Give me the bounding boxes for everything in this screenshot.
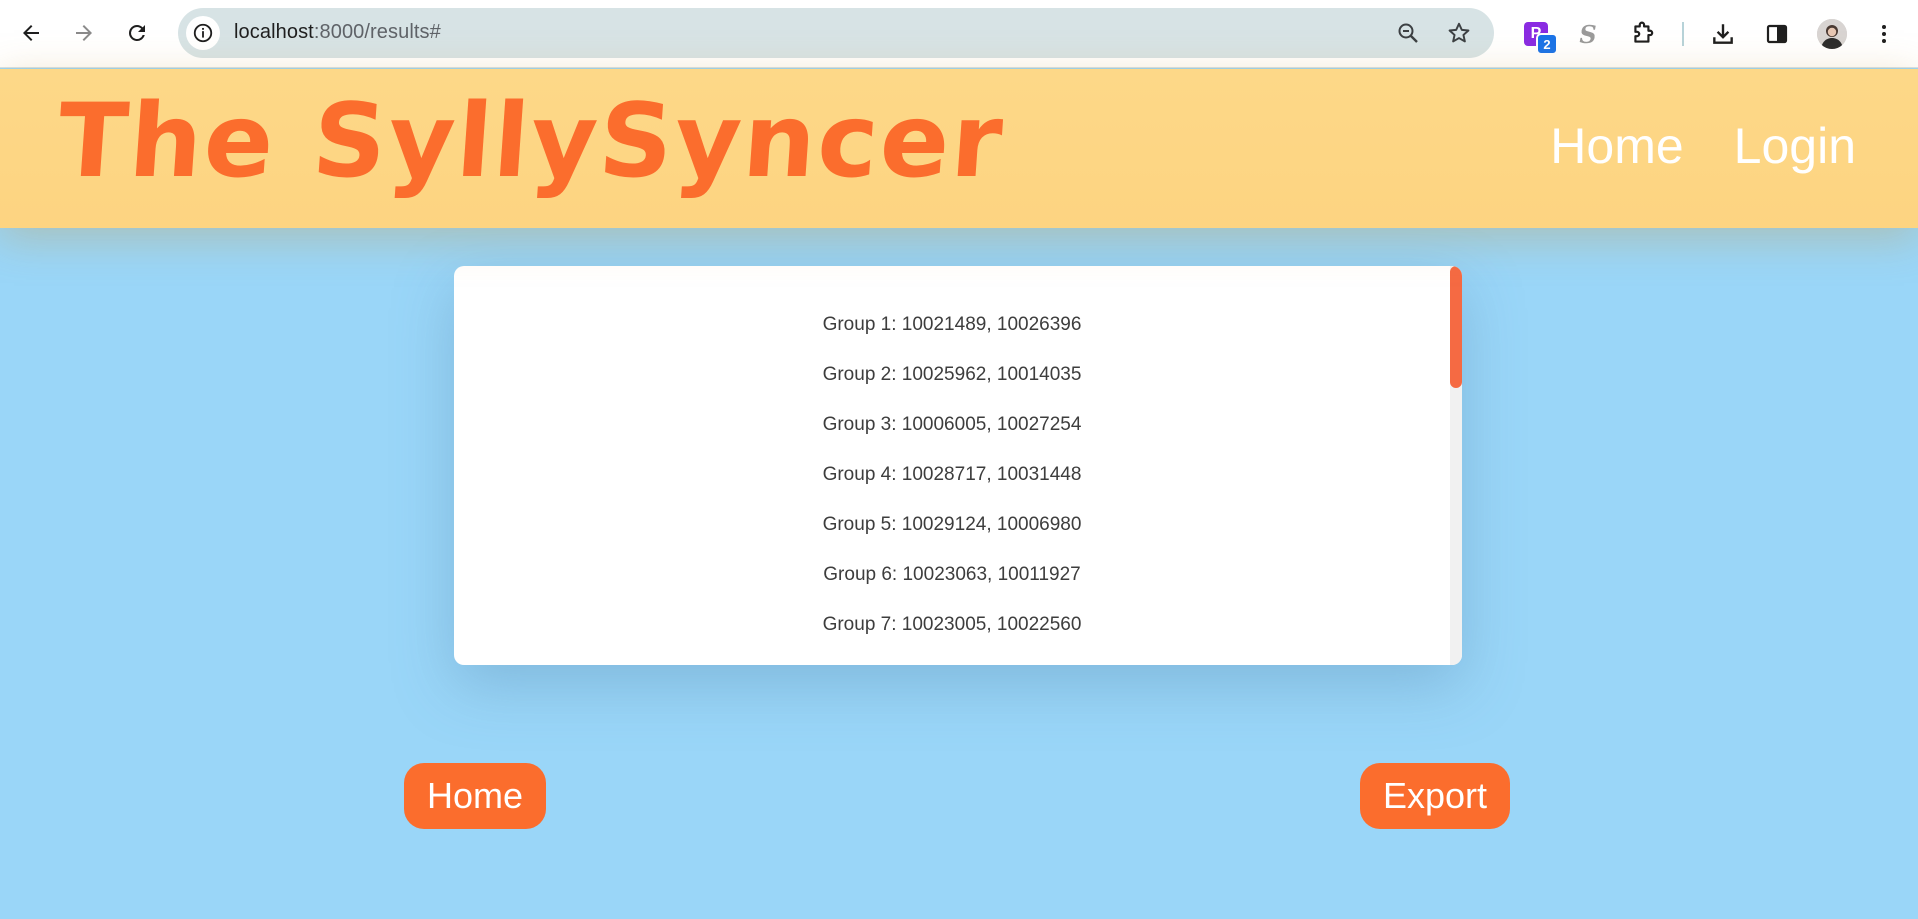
extension-s-icon: S — [1579, 19, 1597, 49]
forward-button[interactable] — [65, 14, 103, 52]
more-vertical-icon — [1882, 25, 1886, 43]
zoom-icon[interactable] — [1396, 21, 1420, 45]
site-brand-title: The SyllySyncer — [53, 82, 1008, 201]
group-item: Group 3: 10006005, 10027254 — [822, 414, 1082, 435]
toolbar-separator — [1682, 22, 1684, 46]
bookmark-star-icon[interactable] — [1446, 20, 1472, 46]
results-card[interactable]: Group 1: 10021489, 10026396 Group 2: 100… — [454, 266, 1462, 665]
group-item: Group 2: 10025962, 10014035 — [822, 364, 1082, 385]
url-text[interactable]: localhost:8000/results# — [234, 21, 441, 44]
group-item: Group 6: 10023063, 10011927 — [823, 564, 1081, 585]
profile-avatar[interactable] — [1817, 19, 1847, 49]
nav-login-link[interactable]: Login — [1734, 121, 1856, 171]
site-header: The SyllySyncer Home Login — [0, 69, 1918, 228]
extension-p-button[interactable]: P 2 — [1519, 17, 1558, 55]
group-list: Group 1: 10021489, 10026396 Group 2: 100… — [454, 300, 1450, 650]
puzzle-icon — [1634, 21, 1654, 43]
home-button[interactable]: Home — [404, 763, 547, 829]
side-panel-button[interactable] — [1760, 17, 1794, 51]
extension-badge: 2 — [1536, 33, 1558, 55]
site-info-icon[interactable] — [186, 16, 220, 50]
group-item: Group 1: 10021489, 10026396 — [822, 314, 1082, 335]
side-panel-icon — [1766, 24, 1788, 44]
results-scrollbar-track[interactable] — [1450, 266, 1462, 665]
forward-arrow-icon — [76, 25, 92, 41]
browser-toolbar: localhost:8000/results# P 2 S — [0, 0, 1918, 68]
extensions-puzzle-button[interactable] — [1626, 17, 1660, 51]
back-button[interactable] — [12, 14, 50, 52]
download-icon — [1713, 24, 1733, 44]
extension-p-icon: P 2 — [1524, 22, 1558, 55]
url-host: localhost — [234, 21, 314, 43]
reload-button[interactable] — [118, 14, 156, 52]
address-bar[interactable]: localhost:8000/results# — [178, 8, 1494, 58]
nav-home-link[interactable]: Home — [1550, 121, 1683, 171]
group-item: Group 5: 10029124, 10006980 — [822, 514, 1082, 535]
downloads-button[interactable] — [1706, 17, 1740, 51]
top-nav: Home Login — [1550, 121, 1856, 171]
export-button[interactable]: Export — [1360, 763, 1511, 829]
extension-s-button[interactable]: S — [1571, 17, 1605, 51]
back-arrow-icon — [23, 25, 39, 41]
group-item: Group 4: 10028717, 10031448 — [822, 464, 1082, 485]
group-item: Group 7: 10023005, 10022560 — [822, 614, 1082, 635]
results-scrollbar-thumb[interactable] — [1450, 266, 1462, 388]
chrome-menu-button[interactable] — [1867, 17, 1901, 51]
url-path: :8000/results# — [313, 21, 441, 43]
reload-icon — [129, 25, 145, 41]
